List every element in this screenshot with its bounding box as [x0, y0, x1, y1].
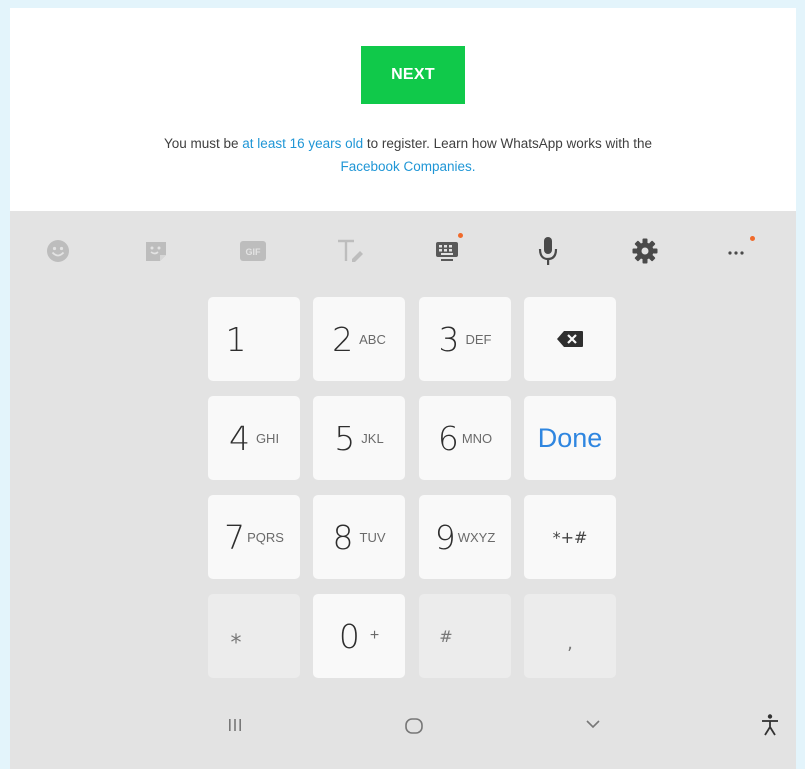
symbols-label: *+# [552, 527, 588, 547]
key-3[interactable]: 3 DEF [419, 297, 511, 381]
keyboard-layout-icon[interactable] [430, 233, 466, 269]
key-5[interactable]: 5 JKL [313, 396, 405, 480]
asterisk-label: ⁎ [230, 623, 242, 649]
microphone-icon[interactable] [530, 233, 566, 269]
hide-keyboard-icon[interactable] [584, 717, 602, 731]
backspace-icon [557, 331, 583, 347]
key-letters: PQRS [247, 529, 284, 545]
key-letters: JKL [361, 430, 384, 446]
key-letters: WXYZ [457, 529, 496, 545]
next-button[interactable]: NEXT [361, 46, 465, 104]
settings-gear-icon[interactable] [627, 233, 663, 269]
key-letters: TUV [359, 529, 386, 545]
key-6[interactable]: 6 MNO [419, 396, 511, 480]
age-requirement-link[interactable]: at least 16 years old [242, 136, 363, 151]
key-letters: ABC [359, 331, 386, 347]
numeric-keyboard: GIF 1 2 ABC 3 DEF 4 GHI 5 JKL 6 MNO Done… [10, 211, 796, 769]
key-digit: 2 [332, 319, 354, 359]
accessibility-icon[interactable] [760, 713, 780, 737]
backspace-key[interactable] [524, 297, 616, 381]
key-4[interactable]: 4 GHI [208, 396, 300, 480]
key-letters: GHI [255, 430, 280, 446]
key-digit: 8 [332, 517, 354, 557]
notification-dot [458, 233, 463, 238]
registration-panel: NEXT You must be at least 16 years old t… [10, 8, 796, 211]
key-digit: 6 [437, 418, 459, 458]
key-digit: 1 [225, 319, 247, 359]
home-icon[interactable] [404, 717, 424, 735]
gif-label: GIF [246, 247, 262, 257]
asterisk-key[interactable]: ⁎ [208, 594, 300, 678]
notice-middle: to register. Learn how WhatsApp works wi… [363, 136, 653, 151]
key-digit: 3 [438, 319, 460, 359]
facebook-companies-link[interactable]: Facebook Companies. [340, 159, 475, 174]
notification-dot [750, 236, 755, 241]
key-letters: MNO [461, 430, 493, 446]
gif-icon[interactable]: GIF [235, 233, 271, 269]
comma-key[interactable]: , [524, 594, 616, 678]
age-notice: You must be at least 16 years old to reg… [30, 132, 786, 178]
hash-key[interactable]: # [419, 594, 511, 678]
navigation-bar [10, 691, 796, 769]
hash-label: # [439, 626, 453, 646]
emoji-icon[interactable] [40, 233, 76, 269]
key-letters: + [369, 627, 380, 644]
done-label: Done [537, 422, 603, 453]
key-8[interactable]: 8 TUV [313, 495, 405, 579]
key-2[interactable]: 2 ABC [313, 297, 405, 381]
key-1[interactable]: 1 [208, 297, 300, 381]
keyboard-toolbar: GIF [10, 211, 796, 291]
phone-screen: NEXT You must be at least 16 years old t… [10, 8, 796, 769]
handwriting-icon[interactable] [332, 233, 368, 269]
key-digit: 0 [338, 616, 360, 656]
key-9[interactable]: 9 WXYZ [419, 495, 511, 579]
recent-apps-icon[interactable] [226, 717, 244, 733]
key-digit: 5 [334, 418, 356, 458]
comma-label: , [567, 632, 573, 654]
sticker-icon[interactable] [138, 233, 174, 269]
key-digit: 9 [434, 517, 456, 557]
more-options-icon[interactable] [720, 233, 756, 269]
key-digit: 4 [228, 418, 250, 458]
key-0[interactable]: 0 + [313, 594, 405, 678]
key-7[interactable]: 7 PQRS [208, 495, 300, 579]
done-key[interactable]: Done [524, 396, 616, 480]
symbols-key[interactable]: *+# [524, 495, 616, 579]
key-letters: DEF [465, 331, 492, 347]
notice-prefix: You must be [163, 136, 243, 151]
key-digit: 7 [224, 517, 246, 557]
